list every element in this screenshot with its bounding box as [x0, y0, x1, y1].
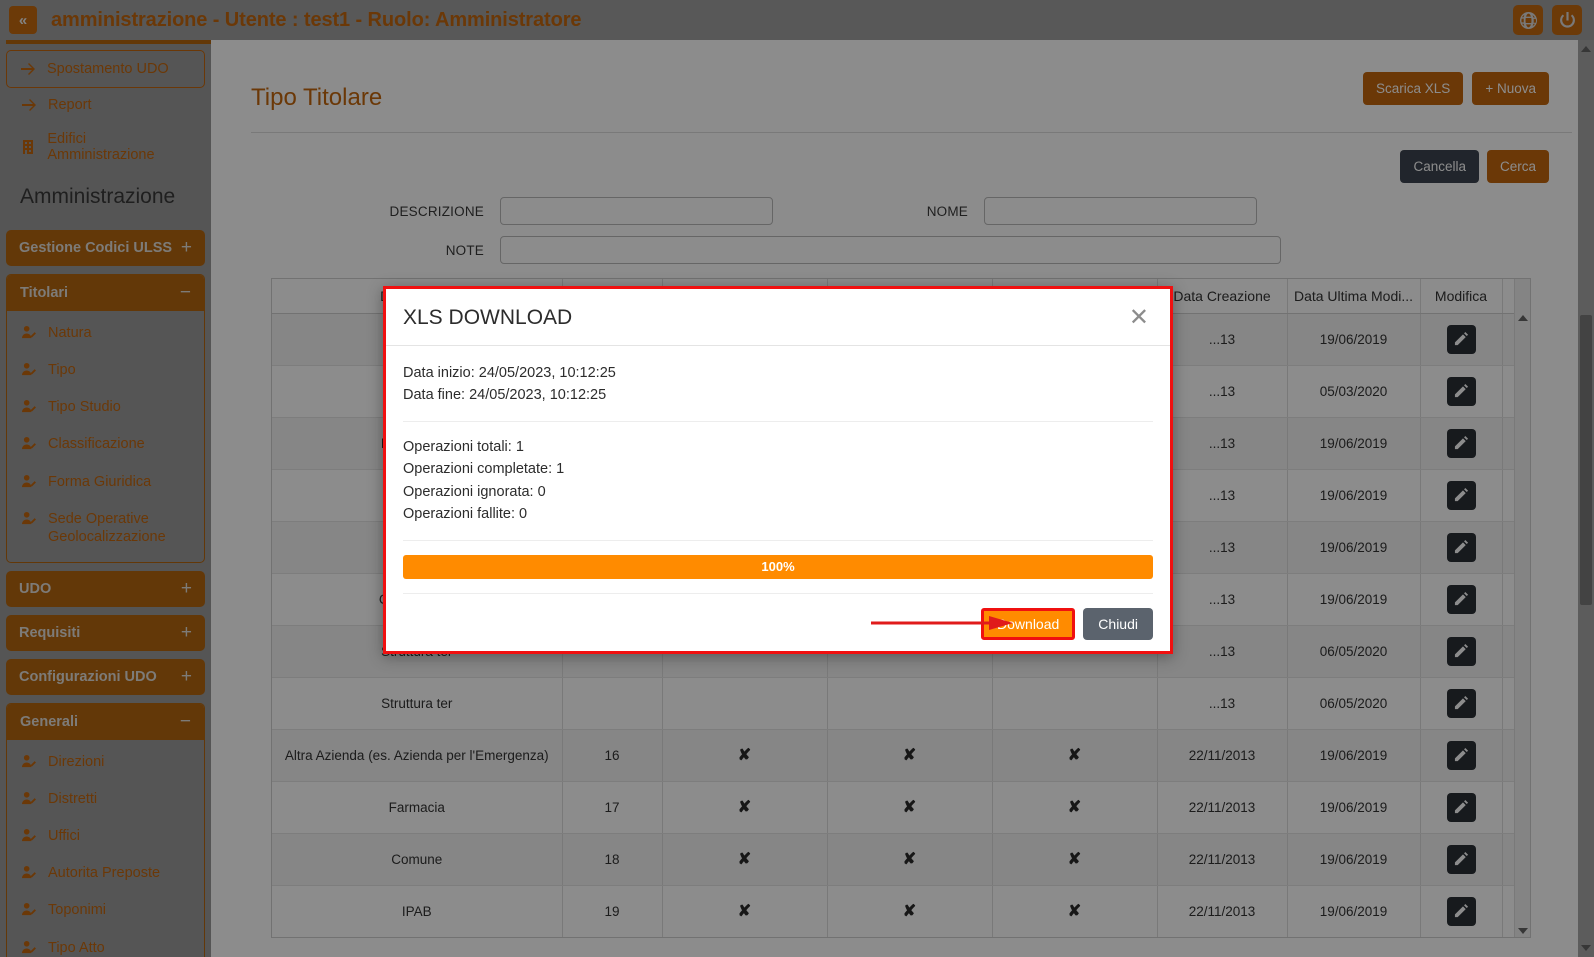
progress-label: 100%	[761, 559, 795, 575]
close-button[interactable]: Chiudi	[1083, 607, 1153, 640]
xls-download-modal: XLS DOWNLOAD ✕ Data inizio: 24/05/2023, …	[383, 286, 1173, 654]
operazioni-ignorata-text: Operazioni ignorata: 0	[403, 483, 546, 500]
operazioni-completate-text: Operazioni completate: 1	[403, 461, 565, 478]
modal-footer: Download Chiudi	[386, 594, 1170, 656]
close-icon[interactable]: ✕	[1129, 306, 1149, 330]
modal-body: Data inizio: 24/05/2023, 10:12:25 Data f…	[386, 346, 1170, 594]
data-inizio-text: Data inizio: 24/05/2023, 10:12:25	[403, 365, 616, 381]
annotation-arrow-icon	[871, 616, 1013, 630]
modal-title: XLS DOWNLOAD	[403, 306, 573, 329]
operazioni-totali-text: Operazioni totali: 1	[403, 438, 524, 455]
modal-layer: XLS DOWNLOAD ✕ Data inizio: 24/05/2023, …	[0, 0, 1594, 957]
operazioni-fallite-text: Operazioni fallite: 0	[403, 506, 528, 523]
modal-header: XLS DOWNLOAD ✕	[386, 289, 1170, 346]
modal-operations-section: Operazioni totali: 1 Operazioni completa…	[403, 422, 1153, 541]
modal-progress-section: 100%	[403, 541, 1153, 594]
data-fine-text: Data fine: 24/05/2023, 10:12:25	[403, 387, 607, 404]
modal-dates-section: Data inizio: 24/05/2023, 10:12:25 Data f…	[403, 362, 1153, 422]
progress-bar: 100%	[403, 554, 1153, 579]
